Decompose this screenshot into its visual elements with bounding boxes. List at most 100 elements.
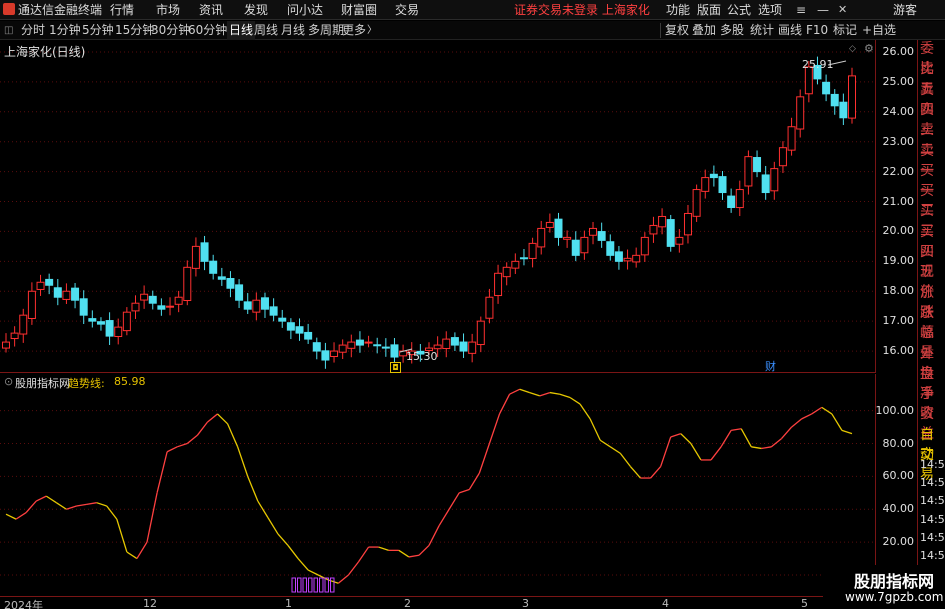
candle-up bbox=[511, 260, 520, 269]
site-watermark: 股朋指标网 www.7gpzb.com bbox=[823, 565, 945, 609]
candle-down bbox=[243, 301, 252, 310]
price-axis[interactable]: 16.00 17.00 18.00 19.00 20.00 21.00 22.00 23.00… bbox=[876, 40, 917, 594]
trend-line-segment bbox=[519, 388, 530, 394]
trend-line-segment bbox=[539, 391, 551, 397]
date-label-year: 2024年 bbox=[4, 599, 43, 609]
candle-up bbox=[330, 350, 339, 358]
candle-up bbox=[632, 254, 641, 263]
price-tick-label: 20.00 bbox=[882, 224, 915, 238]
trend-line-segment bbox=[96, 502, 107, 507]
trend-line-segment bbox=[751, 446, 762, 450]
candle-up bbox=[502, 266, 511, 278]
price-tick-label: 22.00 bbox=[882, 164, 915, 178]
trend-line-segment bbox=[841, 429, 853, 435]
trend-line-segment bbox=[56, 502, 67, 510]
indicator-tick-label: 80.00 bbox=[882, 436, 915, 450]
candle-up bbox=[770, 168, 779, 192]
trend-line-segment bbox=[247, 476, 259, 502]
trend-line-segment bbox=[217, 413, 229, 425]
candle-up bbox=[649, 224, 658, 235]
trend-line-segment bbox=[307, 569, 319, 576]
candle-up bbox=[183, 266, 192, 301]
candle-down bbox=[88, 318, 97, 322]
side-item[interactable]: 14:56 bbox=[920, 492, 945, 510]
trend-line-segment bbox=[116, 518, 128, 553]
date-label-mar: 3 bbox=[522, 597, 529, 609]
trend-line-segment bbox=[398, 549, 410, 558]
trend-line-segment bbox=[438, 508, 450, 527]
indicator-tick-label: 60.00 bbox=[882, 469, 915, 483]
finance-marker[interactable]: 财 bbox=[765, 358, 776, 374]
trend-line-segment bbox=[680, 433, 692, 444]
candle-up bbox=[545, 221, 554, 228]
trend-line-segment bbox=[347, 561, 360, 576]
candle-down bbox=[105, 320, 114, 337]
candle-up bbox=[174, 296, 183, 305]
candle-up bbox=[744, 156, 753, 187]
side-item[interactable]: 14:56 bbox=[920, 456, 945, 474]
watermark-url: www.7gpzb.com bbox=[845, 590, 944, 604]
candle-down bbox=[606, 241, 615, 256]
date-label-may: 5 bbox=[801, 597, 808, 609]
candle-down bbox=[278, 317, 287, 322]
candle-up bbox=[658, 215, 667, 228]
candle-down bbox=[761, 174, 770, 194]
side-item[interactable]: 14:56 bbox=[920, 529, 945, 547]
candle-down bbox=[71, 287, 80, 301]
side-item[interactable]: 14:56 bbox=[920, 547, 945, 565]
side-item[interactable]: 14:56 bbox=[920, 511, 945, 529]
chart-canvas bbox=[0, 51, 876, 593]
candle-up bbox=[796, 96, 805, 130]
candle-down bbox=[459, 341, 468, 352]
candle-down bbox=[554, 218, 563, 238]
price-tick-label: 24.00 bbox=[882, 104, 915, 118]
indicator-tick-label: 20.00 bbox=[882, 535, 915, 549]
trend-line-segment bbox=[690, 443, 702, 461]
candle-down bbox=[235, 284, 244, 301]
date-label-apr: 4 bbox=[662, 597, 669, 609]
candle-up bbox=[589, 227, 598, 236]
candle-up bbox=[433, 344, 442, 350]
signal-bar bbox=[313, 577, 318, 593]
trend-line-segment bbox=[488, 413, 501, 444]
candle-down bbox=[157, 305, 166, 310]
trend-line-segment bbox=[237, 446, 249, 477]
price-tick-label: 21.00 bbox=[882, 194, 915, 208]
trend-line-segment bbox=[257, 500, 269, 518]
trend-line-segment bbox=[771, 438, 782, 448]
candle-down bbox=[450, 337, 459, 346]
diamond-icon[interactable]: ◇ bbox=[849, 44, 856, 54]
trend-line-segment bbox=[337, 574, 349, 584]
indicator-line-value: 85.98 bbox=[114, 375, 146, 388]
trend-line-segment bbox=[478, 443, 491, 474]
candle-down bbox=[295, 326, 304, 334]
indicator-toggle-icon[interactable]: ⊙ bbox=[4, 375, 13, 388]
trend-line-segment bbox=[166, 446, 178, 453]
candle-up bbox=[683, 212, 692, 236]
min-price-label: 15.30 bbox=[406, 350, 438, 363]
trend-line-segment bbox=[126, 551, 138, 560]
trend-line-segment bbox=[86, 502, 97, 505]
trend-line-segment bbox=[267, 517, 279, 535]
candle-down bbox=[355, 339, 364, 346]
event-marker-icon[interactable]: ◘ bbox=[390, 362, 401, 373]
candle-down bbox=[571, 239, 580, 256]
trend-line-segment bbox=[831, 413, 843, 431]
date-label-dec: 12 bbox=[143, 597, 157, 609]
candle-up bbox=[563, 236, 572, 240]
settings-icon[interactable]: ⚙ bbox=[864, 42, 874, 55]
candle-up bbox=[476, 320, 485, 346]
candle-up bbox=[580, 236, 589, 254]
trading-terminal-window: 通达信金融终端 行情 市场 资讯 发现 问小达 财富圈 交易 证券交易未登录 上… bbox=[0, 0, 945, 609]
candle-up bbox=[364, 341, 373, 344]
candle-up bbox=[675, 236, 684, 245]
candle-down bbox=[226, 278, 235, 289]
trend-line-segment bbox=[549, 391, 561, 395]
signal-bar bbox=[302, 577, 307, 593]
side-item[interactable]: 14:56 bbox=[920, 474, 945, 492]
stock-title: 上海家化(日线) bbox=[4, 45, 86, 59]
trend-line-segment bbox=[408, 554, 420, 558]
trend-line-segment bbox=[196, 421, 208, 436]
trend-line-segment bbox=[660, 436, 672, 467]
candle-up bbox=[140, 293, 149, 301]
